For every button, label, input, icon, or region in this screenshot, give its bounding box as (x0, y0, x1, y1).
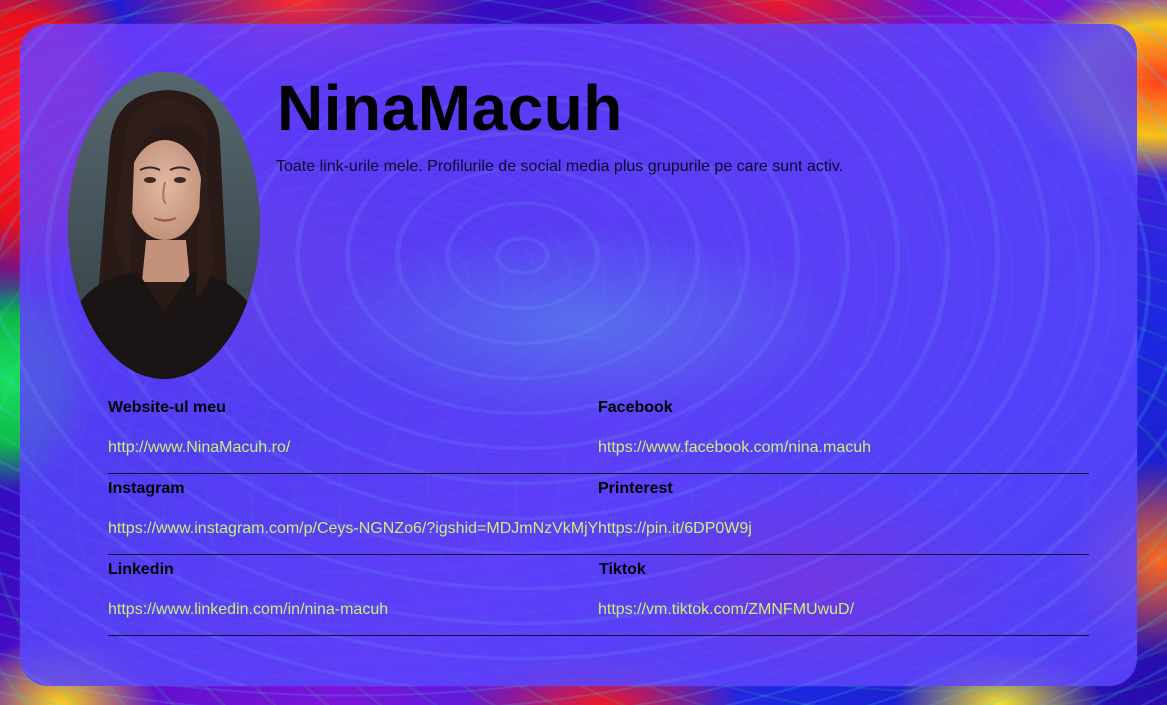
links-row: Linkedin https://www.linkedin.com/in/nin… (108, 555, 1089, 636)
link-label-tiktok: Tiktok (599, 561, 646, 578)
avatar (68, 72, 260, 379)
links-row: Website-ul meu http://www.NinaMacuh.ro/ … (108, 393, 1089, 474)
links-row: Instagram https://www.instagram.com/p/Ce… (108, 474, 1089, 555)
link-url-instagram[interactable]: https://www.instagram.com/p/Ceys-NGNZo6/… (108, 520, 598, 538)
link-url-facebook[interactable]: https://www.facebook.com/nina.macuh (598, 439, 871, 457)
profile-name: NinaMacuh (277, 72, 623, 144)
link-label-pinterest: Printerest (598, 480, 673, 497)
link-url-tiktok[interactable]: https://vm.tiktok.com/ZMNFMUwuD/ (598, 601, 854, 619)
profile-card: NinaMacuh Toate link-urile mele. Profilu… (20, 24, 1137, 686)
profile-description: Toate link-urile mele. Profilurile de so… (276, 158, 844, 175)
link-url-website[interactable]: http://www.NinaMacuh.ro/ (108, 439, 290, 457)
link-label-website: Website-ul meu (108, 399, 226, 416)
link-url-pinterest[interactable]: https://pin.it/6DP0W9j (598, 520, 752, 538)
link-label-instagram: Instagram (108, 480, 185, 497)
link-label-facebook: Facebook (598, 399, 673, 416)
links-grid: Website-ul meu http://www.NinaMacuh.ro/ … (108, 393, 1089, 636)
link-label-linkedin: Linkedin (108, 561, 174, 578)
link-url-linkedin[interactable]: https://www.linkedin.com/in/nina-macuh (108, 601, 388, 619)
avatar-portrait (68, 72, 260, 379)
